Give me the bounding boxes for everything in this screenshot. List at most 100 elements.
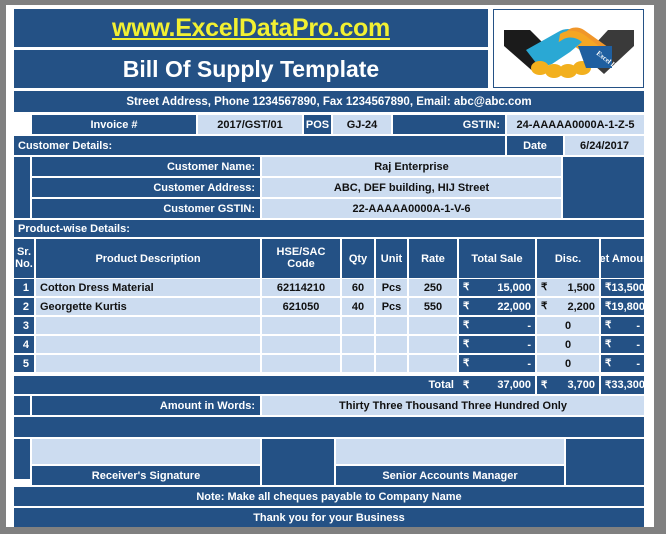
table-row-qty[interactable] bbox=[342, 336, 374, 353]
table-row-rate[interactable] bbox=[409, 317, 457, 334]
column-header-disc: Disc. bbox=[537, 239, 599, 278]
customer-gstin-value[interactable]: 22-AAAAA0000A-1-V-6 bbox=[262, 199, 561, 218]
table-row-hsn-code[interactable] bbox=[262, 336, 340, 353]
table-row-hsn-code[interactable] bbox=[262, 317, 340, 334]
table-row-total-sale-amount: - bbox=[527, 338, 531, 351]
table-row-net-amount-amount: 19,800 bbox=[611, 300, 644, 313]
table-row-description[interactable]: Georgette Kurtis bbox=[36, 298, 260, 315]
date-label: Date bbox=[507, 136, 563, 155]
table-row-description[interactable]: Cotton Dress Material bbox=[36, 279, 260, 296]
receiver-signature-label: Receiver's Signature bbox=[32, 466, 260, 485]
table-row-disc[interactable]: 0 bbox=[537, 317, 599, 334]
currency-symbol-icon: ₹ bbox=[463, 301, 470, 312]
table-row-total-sale[interactable]: ₹ - bbox=[459, 355, 535, 372]
currency-symbol-icon: ₹ bbox=[463, 379, 470, 391]
table-row-total-sale-amount: 22,000 bbox=[497, 300, 531, 313]
company-address-band: Street Address, Phone 1234567890, Fax 12… bbox=[14, 91, 644, 112]
table-row-unit[interactable]: Pcs bbox=[376, 279, 407, 296]
table-row-disc[interactable]: ₹1,500 bbox=[537, 279, 599, 296]
table-row-unit[interactable] bbox=[376, 355, 407, 372]
receiver-signature-box[interactable] bbox=[32, 439, 260, 464]
column-header-total-sale: Total Sale bbox=[459, 239, 535, 278]
total-net-amount: 33,300 bbox=[611, 379, 644, 391]
customer-name-value[interactable]: Raj Enterprise bbox=[262, 157, 561, 176]
table-row-net-amount-amount: - bbox=[636, 319, 640, 332]
company-logo: Excel Data Pro bbox=[493, 9, 644, 88]
currency-symbol-icon: ₹ bbox=[463, 358, 470, 369]
table-row-hsn-code[interactable] bbox=[262, 355, 340, 372]
table-row-unit[interactable]: Pcs bbox=[376, 298, 407, 315]
table-row-net-amount-amount: - bbox=[636, 357, 640, 370]
spacer-band bbox=[14, 417, 644, 437]
signature-middle-spacer bbox=[262, 439, 334, 485]
currency-symbol-icon: ₹ bbox=[605, 358, 612, 369]
table-row-disc[interactable]: 0 bbox=[537, 336, 599, 353]
amount-in-words-label: Amount in Words: bbox=[32, 396, 260, 415]
table-row-qty[interactable] bbox=[342, 317, 374, 334]
table-row-qty[interactable]: 60 bbox=[342, 279, 374, 296]
customer-address-value[interactable]: ABC, DEF building, HIJ Street bbox=[262, 178, 561, 197]
currency-symbol-icon: ₹ bbox=[463, 320, 470, 331]
table-row-disc-amount: 2,200 bbox=[567, 300, 595, 313]
total-sale-amount: 37,000 bbox=[497, 379, 531, 391]
table-row-disc[interactable]: 0 bbox=[537, 355, 599, 372]
table-row-description[interactable] bbox=[36, 355, 260, 372]
gstin-label: GSTIN: bbox=[393, 115, 505, 134]
table-row-net-amount-amount: 13,500 bbox=[611, 281, 644, 294]
table-row-net-amount[interactable]: ₹ - bbox=[601, 336, 644, 353]
table-row-hsn-code[interactable]: 621050 bbox=[262, 298, 340, 315]
gstin-value[interactable]: 24-AAAAA0000A-1-Z-5 bbox=[507, 115, 644, 134]
table-row-description[interactable] bbox=[36, 336, 260, 353]
total-disc-amount: 3,700 bbox=[567, 379, 595, 391]
table-row-total-sale[interactable]: ₹15,000 bbox=[459, 279, 535, 296]
currency-symbol-icon: ₹ bbox=[605, 320, 612, 331]
table-row-total-sale[interactable]: ₹ - bbox=[459, 336, 535, 353]
table-row-qty[interactable]: 40 bbox=[342, 298, 374, 315]
customer-name-label: Customer Name: bbox=[32, 157, 260, 176]
table-row-disc-amount: 1,500 bbox=[567, 281, 595, 294]
customer-right-spacer bbox=[563, 157, 644, 218]
currency-symbol-icon: ₹ bbox=[541, 301, 548, 312]
currency-symbol-icon: ₹ bbox=[605, 339, 612, 350]
table-row-description[interactable] bbox=[36, 317, 260, 334]
table-row-total-sale-amount: - bbox=[527, 357, 531, 370]
table-row-sr-no[interactable]: 1 bbox=[14, 279, 34, 296]
table-row-rate[interactable] bbox=[409, 336, 457, 353]
table-row-total-sale[interactable]: ₹ - bbox=[459, 317, 535, 334]
customer-left-spacer bbox=[14, 157, 30, 218]
table-row-net-amount[interactable]: ₹ - bbox=[601, 317, 644, 334]
column-header-unit: Unit bbox=[376, 239, 407, 278]
table-row-sr-no[interactable]: 4 bbox=[14, 336, 34, 353]
invoice-sheet: www.ExcelDataPro.com Bill Of Supply Temp… bbox=[6, 5, 654, 527]
table-row-unit[interactable] bbox=[376, 336, 407, 353]
table-row-rate[interactable] bbox=[409, 355, 457, 372]
table-row-net-amount[interactable]: ₹ - bbox=[601, 355, 644, 372]
table-row-sr-no[interactable]: 3 bbox=[14, 317, 34, 334]
table-row-rate[interactable]: 550 bbox=[409, 298, 457, 315]
website-link[interactable]: www.ExcelDataPro.com bbox=[112, 14, 390, 43]
table-row-net-amount[interactable]: ₹19,800 bbox=[601, 298, 644, 315]
date-value[interactable]: 6/24/2017 bbox=[565, 136, 644, 155]
total-row-spacer bbox=[14, 376, 459, 394]
table-row-total-sale[interactable]: ₹22,000 bbox=[459, 298, 535, 315]
amount-in-words-value[interactable]: Thirty Three Thousand Three Hundred Only bbox=[262, 396, 644, 415]
column-header-sr-no-line2: No. bbox=[15, 257, 33, 270]
table-row-unit[interactable] bbox=[376, 317, 407, 334]
table-row-sr-no[interactable]: 2 bbox=[14, 298, 34, 315]
table-row-hsn-code[interactable]: 62114210 bbox=[262, 279, 340, 296]
total-sale-value: ₹37,000 bbox=[459, 376, 535, 394]
table-row-rate[interactable]: 250 bbox=[409, 279, 457, 296]
website-banner: www.ExcelDataPro.com bbox=[14, 9, 488, 47]
table-row-sr-no[interactable]: 5 bbox=[14, 355, 34, 372]
column-header-qty: Qty bbox=[342, 239, 374, 278]
table-row-net-amount[interactable]: ₹13,500 bbox=[601, 279, 644, 296]
table-row-disc[interactable]: ₹2,200 bbox=[537, 298, 599, 315]
pos-value[interactable]: GJ-24 bbox=[333, 115, 391, 134]
table-row-total-sale-amount: 15,000 bbox=[497, 281, 531, 294]
manager-signature-box[interactable] bbox=[336, 439, 564, 464]
table-row-qty[interactable] bbox=[342, 355, 374, 372]
manager-signature-label: Senior Accounts Manager bbox=[336, 466, 564, 485]
invoice-number-value[interactable]: 2017/GST/01 bbox=[198, 115, 302, 134]
currency-symbol-icon: ₹ bbox=[463, 282, 470, 293]
signature-left-spacer bbox=[14, 439, 30, 479]
